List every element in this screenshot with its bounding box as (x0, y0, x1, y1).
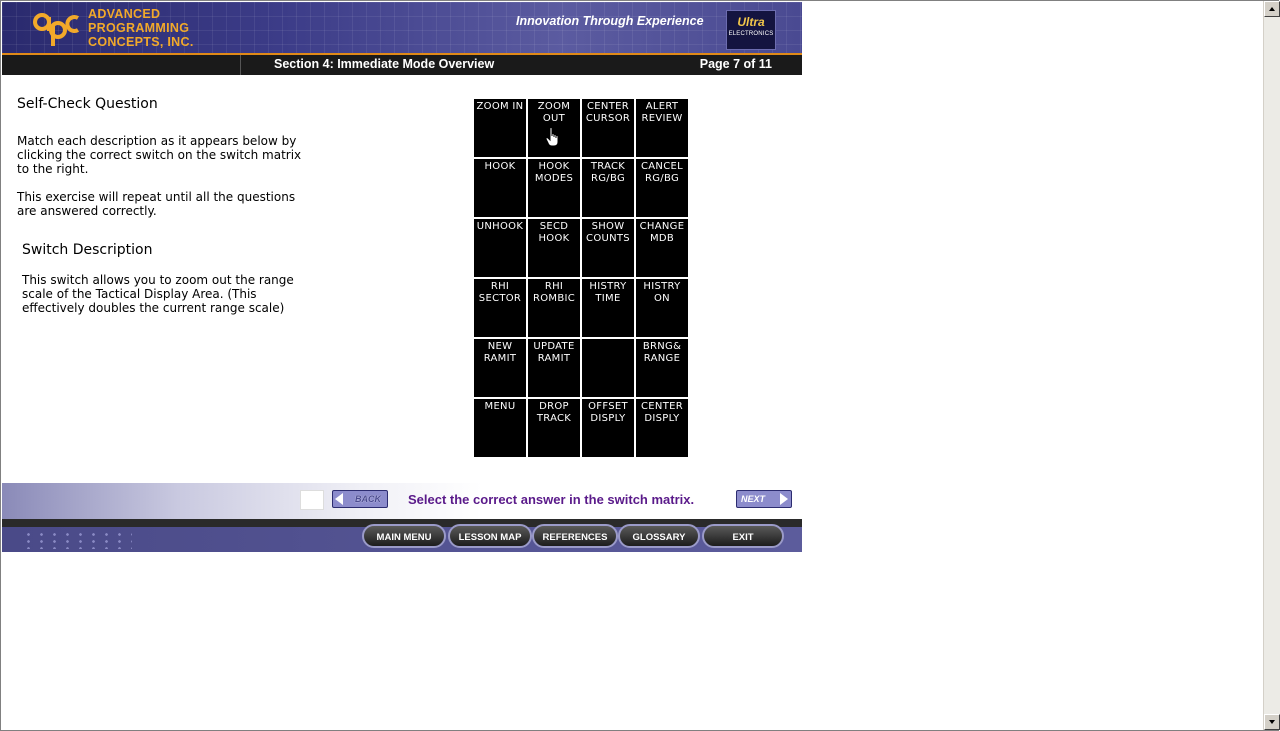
switch-button[interactable]: UPDATE RAMIT (528, 339, 580, 397)
chevron-up-icon (1269, 7, 1275, 11)
lesson-map-button[interactable]: LESSON MAP (448, 524, 532, 548)
switch-button[interactable]: SECD HOOK (528, 219, 580, 277)
navigation-bar: BACK Select the correct answer in the sw… (2, 483, 802, 519)
page-indicator: Page 7 of 11 (699, 57, 772, 71)
question-heading: Self-Check Question (17, 96, 158, 112)
arrow-left-icon (335, 493, 343, 505)
section-bar-divider (240, 55, 241, 75)
switch-button[interactable]: CENTER CURSOR (582, 99, 634, 157)
next-label: NEXT (741, 494, 766, 504)
scroll-up-button[interactable] (1264, 1, 1280, 17)
switch-button[interactable]: OFFSET DISPLY (582, 399, 634, 457)
status-box (300, 490, 324, 510)
instructions-text: Match each description as it appears bel… (17, 134, 302, 176)
ultra-logo-word: Ultra (737, 15, 765, 29)
footer-dot-pattern (22, 531, 132, 549)
references-button[interactable]: REFERENCES (532, 524, 618, 548)
switch-button[interactable]: BRNG& RANGE (636, 339, 688, 397)
switch-button[interactable]: CANCEL RG/BG (636, 159, 688, 217)
switch-button[interactable]: TRACK RG/BG (582, 159, 634, 217)
switch-matrix: ZOOM IN ZOOM OUT CENTER CURSOR ALERT REVIEW… (473, 98, 689, 458)
next-button[interactable]: NEXT (736, 490, 792, 508)
back-label: BACK (355, 494, 381, 504)
switch-button[interactable]: CHANGE MDB (636, 219, 688, 277)
switch-description: This switch allows you to zoom out the r… (22, 273, 294, 315)
switch-button[interactable]: ALERT REVIEW (636, 99, 688, 157)
switch-button[interactable]: MENU (474, 399, 526, 457)
company-line-2: PROGRAMMING (88, 21, 190, 35)
company-line-1: ADVANCED (88, 7, 161, 21)
switch-button[interactable]: DROP TRACK (528, 399, 580, 457)
exit-button[interactable]: EXIT (702, 524, 784, 548)
section-bar: Section 4: Immediate Mode Overview Page … (2, 55, 802, 75)
description-heading: Switch Description (22, 242, 153, 258)
ultra-electronics-logo: Ultra ELECTRONICS (726, 10, 776, 50)
instruction-text: Select the correct answer in the switch … (408, 492, 695, 507)
switch-button[interactable]: HISTRY ON (636, 279, 688, 337)
switch-button[interactable]: UNHOOK (474, 219, 526, 277)
switch-button[interactable]: RHI SECTOR (474, 279, 526, 337)
section-title: Section 4: Immediate Mode Overview (274, 57, 495, 71)
switch-button[interactable] (582, 339, 634, 397)
vertical-scrollbar[interactable] (1263, 1, 1280, 730)
main-menu-button[interactable]: MAIN MENU (362, 524, 446, 548)
tagline: Innovation Through Experience (516, 14, 704, 28)
arrow-right-icon (780, 493, 788, 505)
switch-button[interactable]: HOOK (474, 159, 526, 217)
switch-button[interactable]: NEW RAMIT (474, 339, 526, 397)
switch-button[interactable]: CENTER DISPLY (636, 399, 688, 457)
switch-button[interactable]: HISTRY TIME (582, 279, 634, 337)
hand-pointer-icon (546, 127, 559, 147)
switch-button[interactable]: HOOK MODES (528, 159, 580, 217)
company-line-3: CONCEPTS, INC. (88, 35, 194, 49)
repeat-note: This exercise will repeat until all the … (17, 190, 296, 218)
company-name: ADVANCED PROGRAMMING CONCEPTS, INC. (88, 7, 194, 49)
switch-button[interactable]: ZOOM IN (474, 99, 526, 157)
switch-button[interactable]: RHI ROMBIC (528, 279, 580, 337)
glossary-button[interactable]: GLOSSARY (618, 524, 700, 548)
header-banner: ADVANCED PROGRAMMING CONCEPTS, INC. Inno… (2, 2, 802, 53)
scroll-down-button[interactable] (1264, 714, 1280, 730)
footer-bar: MAIN MENU LESSON MAP REFERENCES GLOSSARY EXI… (2, 524, 802, 552)
apc-logo-icon (33, 13, 80, 46)
chevron-down-icon (1269, 720, 1275, 724)
switch-button[interactable]: SHOW COUNTS (582, 219, 634, 277)
ultra-logo-subword: ELECTRONICS (728, 31, 774, 37)
back-button[interactable]: BACK (332, 490, 388, 508)
